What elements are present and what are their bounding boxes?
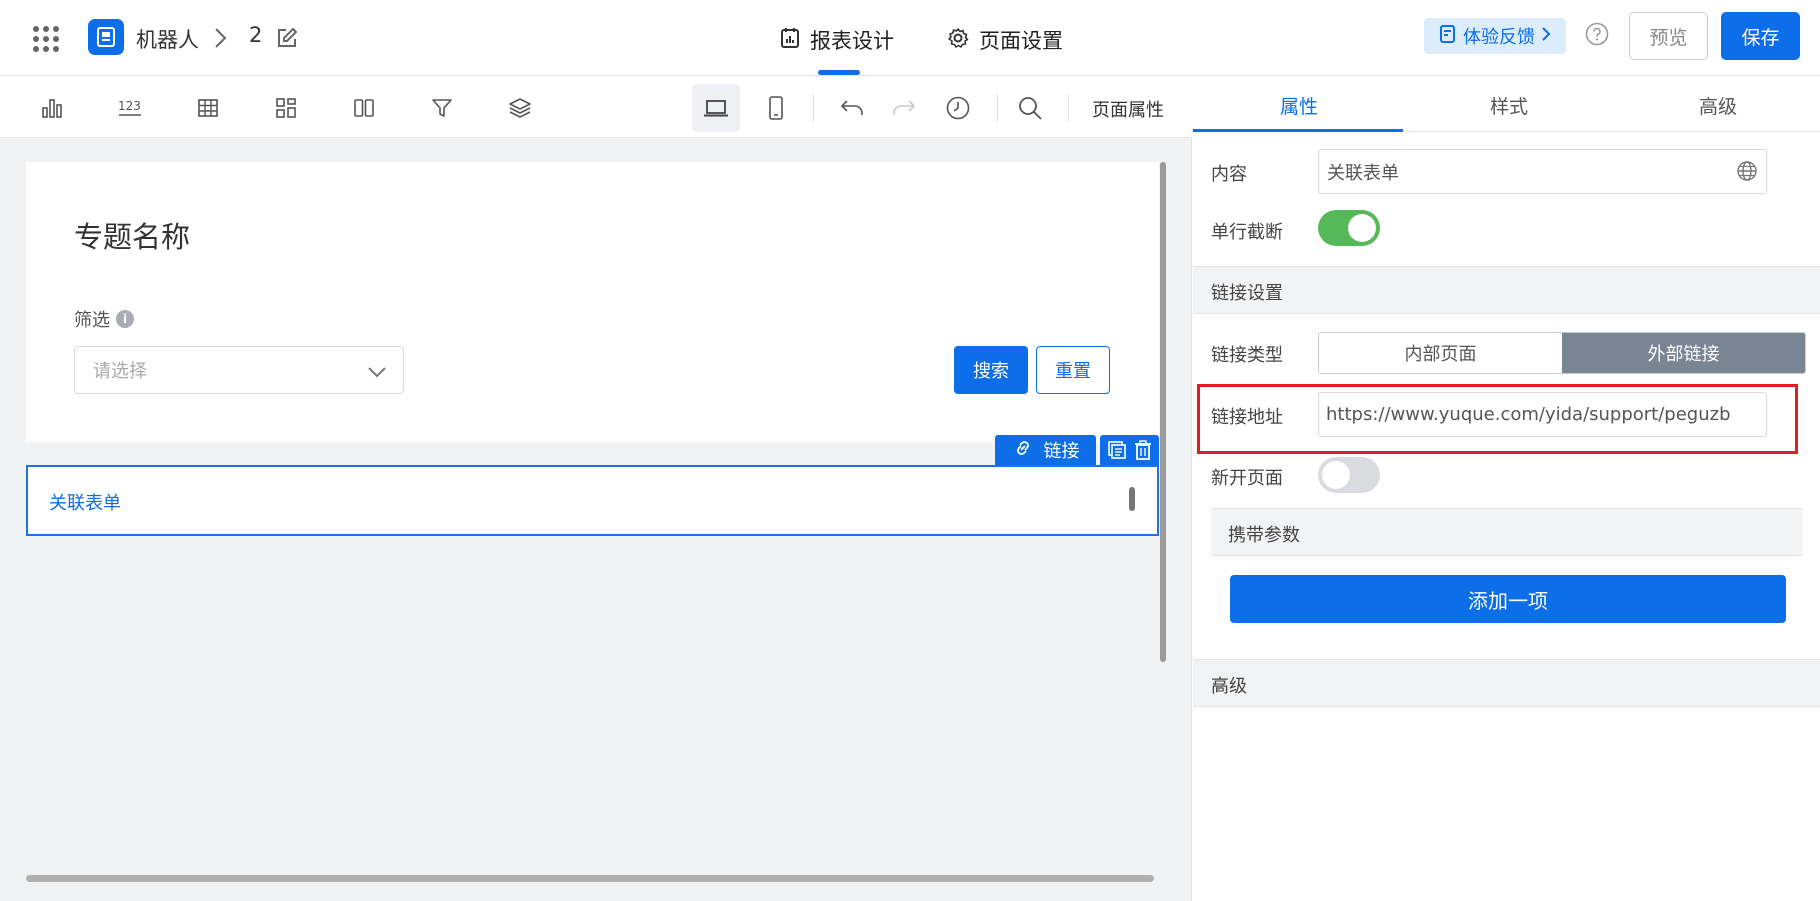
- advanced-section[interactable]: 高级: [1193, 659, 1820, 707]
- design-canvas: 123 页面属性 专题名称 筛选 i 请选择 搜索 重置 链接 关联表单: [0, 76, 1192, 901]
- annotation-highlight: [1197, 384, 1798, 454]
- tab-style[interactable]: 样式: [1490, 92, 1528, 119]
- svg-text:123: 123: [118, 99, 141, 113]
- content-input[interactable]: 关联表单: [1318, 149, 1767, 194]
- table-icon[interactable]: [194, 94, 222, 122]
- add-item-button[interactable]: 添加一项: [1230, 575, 1786, 623]
- edit-icon[interactable]: [275, 26, 299, 54]
- search-icon[interactable]: [1016, 94, 1044, 122]
- report-icon: [780, 27, 800, 54]
- tab-advanced[interactable]: 高级: [1699, 92, 1737, 119]
- top-bar: 机器人 2 报表设计 页面设置 体验反馈 预览 保存: [0, 0, 1820, 76]
- gear-icon: [947, 27, 969, 54]
- feedback-icon: [1439, 24, 1457, 49]
- redo-icon[interactable]: [890, 94, 918, 122]
- filter-select[interactable]: 请选择: [74, 346, 404, 394]
- component-actions: [1100, 435, 1159, 465]
- feedback-button[interactable]: 体验反馈: [1424, 18, 1566, 54]
- active-tab-indicator: [1193, 129, 1403, 132]
- chevron-right-icon: [1541, 26, 1551, 47]
- component-toolbar: 123 页面属性: [0, 76, 1192, 138]
- mobile-icon[interactable]: [762, 94, 790, 122]
- toggle-knob: [1322, 461, 1350, 489]
- section-label: 链接设置: [1211, 283, 1283, 304]
- new-page-label: 新开页面: [1211, 468, 1283, 489]
- info-icon[interactable]: i: [116, 310, 134, 328]
- layout-icon[interactable]: [272, 94, 300, 122]
- preview-button[interactable]: 预览: [1629, 12, 1708, 60]
- link-type-segmented: 内部页面 外部链接: [1318, 332, 1806, 374]
- toggle-knob: [1348, 214, 1376, 242]
- filter-placeholder: 请选择: [93, 361, 147, 382]
- toolbar-divider: [813, 94, 814, 122]
- content-value: 关联表单: [1327, 162, 1399, 184]
- undo-icon[interactable]: [838, 94, 866, 122]
- selected-component-toolbar: 链接: [995, 435, 1159, 465]
- panel-tabs: 属性 样式 高级: [1193, 76, 1820, 132]
- page-header-card: 专题名称 筛选 i 请选择 搜索 重置: [26, 162, 1159, 442]
- tab-report-design[interactable]: 报表设计: [780, 26, 894, 54]
- tab-label: 页面设置: [979, 29, 1063, 53]
- content-label: 内容: [1211, 164, 1247, 185]
- chevron-down-icon: [1211, 676, 1804, 697]
- params-section: 携带参数: [1211, 508, 1803, 556]
- single-line-toggle[interactable]: [1318, 210, 1380, 246]
- link-type-label: 链接类型: [1211, 345, 1283, 366]
- filter-icon[interactable]: [428, 94, 456, 122]
- horizontal-scrollbar[interactable]: [26, 875, 1154, 882]
- number-icon[interactable]: 123: [116, 94, 144, 122]
- toolbar-divider: [1068, 94, 1069, 122]
- vertical-scrollbar[interactable]: [1160, 162, 1166, 662]
- breadcrumb-page[interactable]: 2: [249, 23, 262, 47]
- properties-panel: 属性 样式 高级 内容 关联表单 单行截断 链接设置 链接类型 内部页面 外部链…: [1193, 76, 1820, 901]
- reset-button[interactable]: 重置: [1036, 346, 1110, 394]
- badge-label: 链接: [1043, 441, 1080, 462]
- new-page-toggle[interactable]: [1318, 457, 1380, 493]
- app-grid-icon[interactable]: [33, 26, 59, 52]
- chevron-down-icon: [367, 363, 387, 384]
- params-label: 携带参数: [1228, 525, 1300, 546]
- bar-chart-icon[interactable]: [38, 94, 66, 122]
- page-properties-button[interactable]: 页面属性: [1092, 96, 1164, 122]
- link-settings-section: 链接设置: [1193, 266, 1820, 314]
- filter-label-text: 筛选: [74, 310, 110, 331]
- tab-label: 报表设计: [810, 29, 894, 53]
- app-logo-icon: [88, 19, 124, 55]
- layers-icon[interactable]: [506, 94, 534, 122]
- delete-icon[interactable]: [1134, 440, 1152, 460]
- help-icon[interactable]: [1585, 22, 1609, 46]
- breadcrumb-chevron-icon: [214, 26, 228, 54]
- globe-icon[interactable]: [1736, 160, 1758, 187]
- filter-label: 筛选 i: [74, 306, 134, 332]
- search-button[interactable]: 搜索: [954, 346, 1028, 394]
- active-tab-indicator: [818, 70, 860, 75]
- app-name[interactable]: 机器人: [136, 24, 199, 54]
- link-type-external[interactable]: 外部链接: [1562, 333, 1805, 373]
- resize-handle[interactable]: [1129, 487, 1135, 511]
- link-type-internal[interactable]: 内部页面: [1319, 333, 1562, 373]
- toolbar-divider: [997, 94, 998, 122]
- link-component-text[interactable]: 关联表单: [49, 489, 121, 515]
- tab-page-settings[interactable]: 页面设置: [947, 26, 1063, 54]
- tab-properties[interactable]: 属性: [1280, 92, 1318, 119]
- single-line-label: 单行截断: [1211, 222, 1283, 243]
- save-button[interactable]: 保存: [1721, 12, 1800, 60]
- history-icon[interactable]: [944, 94, 972, 122]
- copy-icon[interactable]: [1107, 440, 1127, 460]
- feedback-label: 体验反馈: [1463, 27, 1535, 48]
- columns-icon[interactable]: [350, 94, 378, 122]
- component-type-badge[interactable]: 链接: [995, 435, 1096, 465]
- link-icon: [1012, 438, 1034, 463]
- link-component[interactable]: 关联表单: [26, 465, 1159, 536]
- desktop-icon[interactable]: [702, 94, 730, 122]
- page-title[interactable]: 专题名称: [74, 214, 190, 256]
